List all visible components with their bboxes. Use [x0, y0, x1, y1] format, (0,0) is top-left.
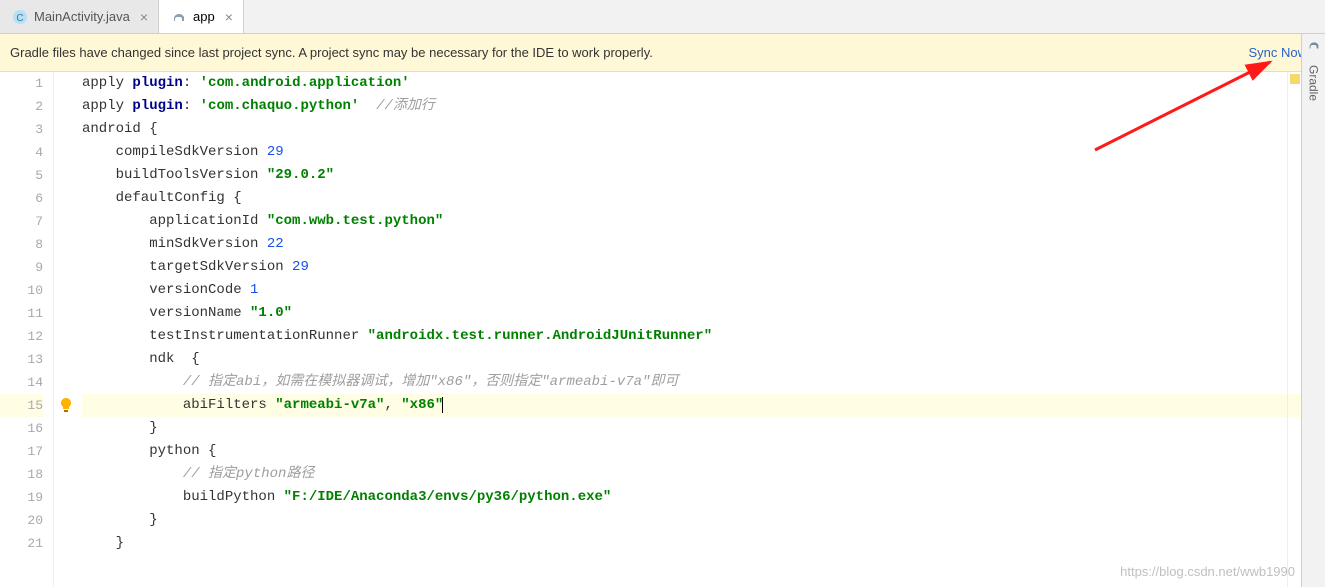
- code-line[interactable]: buildToolsVersion "29.0.2": [82, 164, 1325, 187]
- sync-notice: Gradle files have changed since last pro…: [0, 34, 1325, 72]
- sync-now-link[interactable]: Sync Now: [1248, 45, 1307, 60]
- code-line[interactable]: // 指定python路径: [82, 463, 1325, 486]
- code-line[interactable]: applicationId "com.wwb.test.python": [82, 210, 1325, 233]
- glyph-margin: [54, 72, 80, 587]
- code-line[interactable]: android {: [82, 118, 1325, 141]
- code-line[interactable]: apply plugin: 'com.chaquo.python' //添加行: [82, 95, 1325, 118]
- elephant-icon: [171, 9, 187, 25]
- code-line[interactable]: versionCode 1: [82, 279, 1325, 302]
- code-line[interactable]: versionName "1.0": [82, 302, 1325, 325]
- code-line[interactable]: ndk {: [82, 348, 1325, 371]
- warning-marker[interactable]: [1290, 74, 1300, 84]
- tab-app[interactable]: app ×: [159, 0, 244, 33]
- line-number-gutter: 123456789101112131415161718192021: [0, 72, 54, 587]
- watermark: https://blog.csdn.net/wwb1990: [1120, 564, 1295, 579]
- code-line[interactable]: testInstrumentationRunner "androidx.test…: [82, 325, 1325, 348]
- tab-label: MainActivity.java: [34, 9, 130, 24]
- code-line[interactable]: minSdkVersion 22: [82, 233, 1325, 256]
- gradle-tool-icon[interactable]: [1307, 38, 1321, 55]
- code-line[interactable]: python {: [82, 440, 1325, 463]
- code-line[interactable]: defaultConfig {: [82, 187, 1325, 210]
- code-line[interactable]: }: [82, 532, 1325, 555]
- c-icon: C: [12, 9, 28, 25]
- tab-label: app: [193, 9, 215, 24]
- right-tool-rail: Gradle: [1301, 34, 1325, 587]
- code-line[interactable]: }: [82, 417, 1325, 440]
- code-line[interactable]: }: [82, 509, 1325, 532]
- close-icon[interactable]: ×: [225, 9, 233, 25]
- gradle-tool-button[interactable]: Gradle: [1307, 65, 1321, 101]
- code-line[interactable]: abiFilters "armeabi-v7a", "x86": [82, 394, 1325, 417]
- code-line[interactable]: // 指定abi，如需在模拟器调试，增加"x86"，否则指定"armeabi-v…: [82, 371, 1325, 394]
- editor-tabs: C MainActivity.java × app ×: [0, 0, 1325, 34]
- scroll-marker-strip[interactable]: [1287, 72, 1301, 587]
- tab-mainactivity[interactable]: C MainActivity.java ×: [0, 0, 159, 33]
- code-line[interactable]: targetSdkVersion 29: [82, 256, 1325, 279]
- svg-text:C: C: [16, 13, 23, 24]
- code-area[interactable]: apply plugin: 'com.android.application'a…: [80, 72, 1325, 587]
- code-editor[interactable]: 123456789101112131415161718192021 apply …: [0, 72, 1325, 587]
- intention-bulb-icon[interactable]: [58, 397, 74, 413]
- close-icon[interactable]: ×: [140, 9, 148, 25]
- code-line[interactable]: buildPython "F:/IDE/Anaconda3/envs/py36/…: [82, 486, 1325, 509]
- notice-message: Gradle files have changed since last pro…: [10, 45, 653, 60]
- code-line[interactable]: compileSdkVersion 29: [82, 141, 1325, 164]
- code-line[interactable]: apply plugin: 'com.android.application': [82, 72, 1325, 95]
